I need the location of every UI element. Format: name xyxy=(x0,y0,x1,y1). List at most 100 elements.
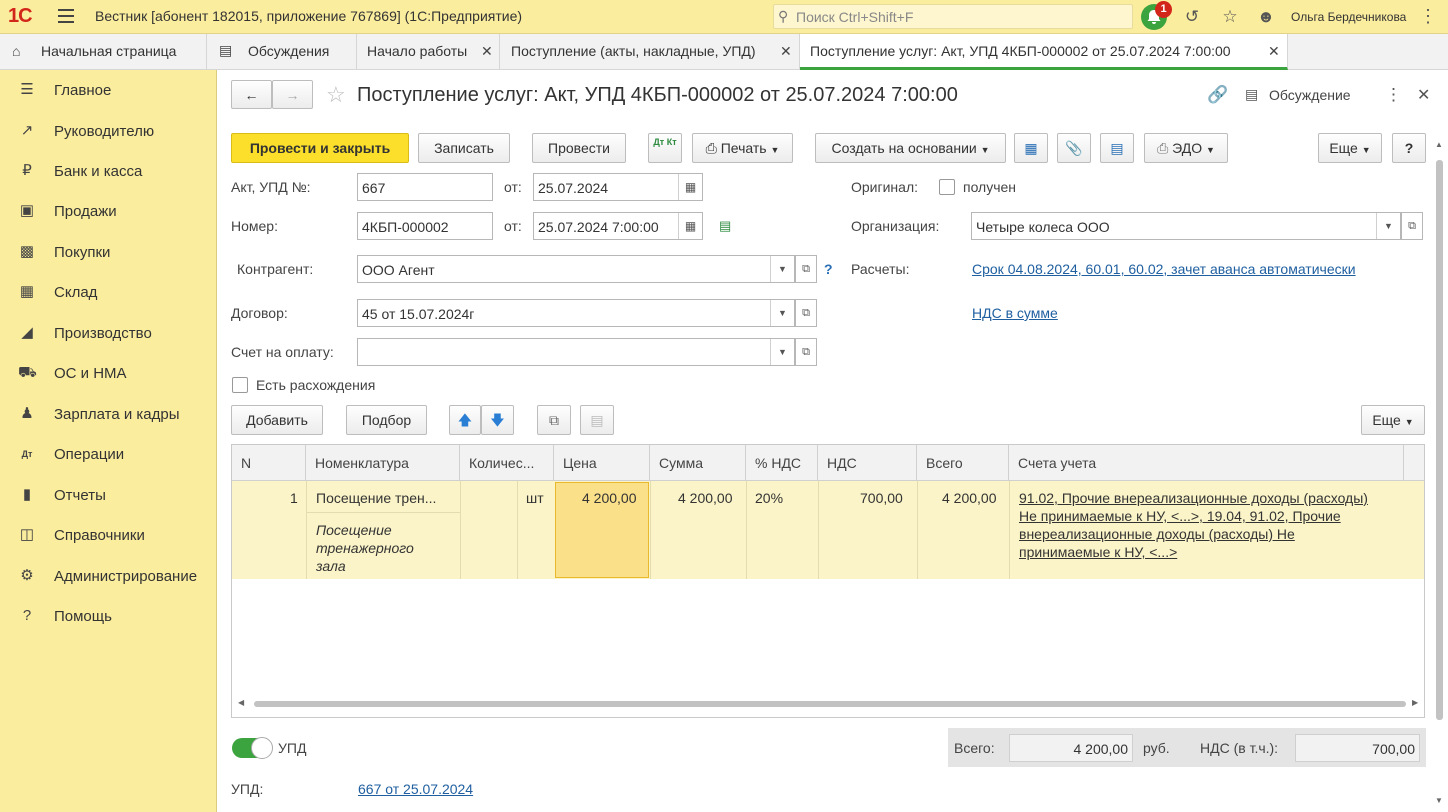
post-button[interactable]: Провести xyxy=(532,133,626,163)
user-icon[interactable]: ☻ xyxy=(1256,7,1276,27)
more-vertical-icon[interactable]: ⋮ xyxy=(1419,6,1437,27)
move-down-icon[interactable]: 🡇 xyxy=(481,405,514,435)
tab-current-document[interactable]: Поступление услуг: Акт, УПД 4КБП-000002 … xyxy=(800,34,1288,70)
tab-discussions[interactable]: ▤ Обсуждения xyxy=(207,34,357,70)
vat-mode-link[interactable]: НДС в сумме xyxy=(972,305,1058,321)
original-received-checkbox[interactable] xyxy=(939,179,955,195)
help-question-icon[interactable]: ? xyxy=(824,261,833,277)
scroll-up-icon[interactable]: ▲ xyxy=(1435,140,1443,149)
search-input[interactable]: ⚲ Поиск Ctrl+Shift+F xyxy=(773,4,1133,29)
cell-accounts-link[interactable]: внереализационные доходы (расходы) Не xyxy=(1019,526,1295,542)
post-and-close-button[interactable]: Провести и закрыть xyxy=(231,133,409,163)
chevron-down-icon[interactable]: ▼ xyxy=(770,256,794,282)
col-sum[interactable]: Сумма xyxy=(650,445,746,481)
cell-unit[interactable]: шт xyxy=(526,490,544,506)
col-total[interactable]: Всего xyxy=(917,445,1009,481)
open-icon[interactable]: ⧉ xyxy=(795,338,817,366)
chevron-down-icon[interactable]: ▼ xyxy=(770,300,794,326)
paste-icon[interactable]: ▤ xyxy=(580,405,614,435)
sidebar-item-help[interactable]: ? Помощь xyxy=(0,596,216,636)
forward-button[interactable]: → xyxy=(272,80,313,109)
comment-icon[interactable]: ▤ xyxy=(719,218,731,234)
cell-accounts-link[interactable]: 91.02, Прочие внереализационные доходы (… xyxy=(1019,490,1368,506)
main-menu-icon[interactable] xyxy=(58,9,74,23)
discussion-button[interactable]: Обсуждение xyxy=(1269,87,1351,103)
sidebar-item-assets[interactable]: ⛟ ОС и НМА xyxy=(0,353,216,393)
sidebar-item-warehouse[interactable]: ▦ Склад xyxy=(0,272,216,312)
contractor-field[interactable]: ООО Агент ▼ xyxy=(357,255,795,283)
copy-row-icon[interactable]: ⧉ xyxy=(537,405,571,435)
horizontal-scrollbar[interactable] xyxy=(254,701,1406,707)
cell-accounts-link[interactable]: принимаемые к НУ, <...> xyxy=(1019,544,1177,560)
sidebar-item-bank[interactable]: ₽ Банк и касса xyxy=(0,151,216,191)
number-date-field[interactable]: 25.07.2024 7:00:00 ▦ xyxy=(533,212,703,240)
col-accounts[interactable]: Счета учета xyxy=(1009,445,1404,481)
sidebar-item-catalogs[interactable]: ◫ Справочники xyxy=(0,515,216,555)
edo-button[interactable]: ⎙ ЭДО ▼ xyxy=(1144,133,1228,163)
tab-receipts-list[interactable]: Поступление (акты, накладные, УПД) ✕ xyxy=(500,34,800,70)
cell-sum[interactable]: 4 200,00 xyxy=(678,490,733,506)
cell-vat-rate[interactable]: 20% xyxy=(755,490,783,506)
sidebar-item-director[interactable]: ↗ Руководителю xyxy=(0,111,216,151)
sidebar-item-reports[interactable]: ▮ Отчеты xyxy=(0,475,216,515)
vertical-scrollbar[interactable] xyxy=(1436,160,1443,720)
print-button[interactable]: ⎙ Печать ▼ xyxy=(692,133,793,163)
back-button[interactable]: ← xyxy=(231,80,272,109)
structure-icon[interactable]: ▦ xyxy=(1014,133,1048,163)
create-based-on-button[interactable]: Создать на основании ▼ xyxy=(815,133,1006,163)
col-vat[interactable]: НДС xyxy=(818,445,917,481)
chevron-down-icon[interactable]: ▼ xyxy=(1376,213,1400,239)
dt-kt-icon[interactable]: Дт Кт xyxy=(648,133,682,163)
history-icon[interactable]: ↺ xyxy=(1182,7,1202,27)
close-icon[interactable]: ✕ xyxy=(780,43,792,60)
sidebar-item-production[interactable]: ◢ Производство xyxy=(0,313,216,353)
add-row-button[interactable]: Добавить xyxy=(231,405,323,435)
cell-nomenclature[interactable]: Посещение трен... xyxy=(316,490,436,506)
organization-field[interactable]: Четыре колеса ООО ▼ xyxy=(971,212,1401,240)
sidebar-item-purchases[interactable]: ▩ Покупки xyxy=(0,232,216,272)
sidebar-item-sales[interactable]: ▣ Продажи xyxy=(0,191,216,231)
settlements-link[interactable]: Срок 04.08.2024, 60.01, 60.02, зачет ава… xyxy=(972,261,1356,277)
act-date-field[interactable]: 25.07.2024 ▦ xyxy=(533,173,703,201)
more-vertical-icon[interactable]: ⋮ xyxy=(1385,85,1402,105)
discrepancy-checkbox[interactable] xyxy=(232,377,248,393)
close-icon[interactable]: ✕ xyxy=(1417,85,1430,105)
scroll-down-icon[interactable]: ▼ xyxy=(1435,796,1443,805)
attachment-icon[interactable]: 📎 xyxy=(1057,133,1091,163)
app-logo[interactable]: 1С xyxy=(8,5,33,28)
number-field[interactable]: 4КБП-000002 xyxy=(357,212,493,240)
tab-home[interactable]: ⌂ Начальная страница xyxy=(0,34,207,70)
upd-toggle[interactable] xyxy=(232,737,273,759)
report-icon[interactable]: ▤ xyxy=(1100,133,1134,163)
act-number-field[interactable]: 667 xyxy=(357,173,493,201)
save-button[interactable]: Записать xyxy=(418,133,510,163)
scroll-right-icon[interactable]: ▶ xyxy=(1412,698,1418,707)
col-nomenclature[interactable]: Номенклатура xyxy=(306,445,460,481)
close-icon[interactable]: ✕ xyxy=(1268,43,1280,60)
table-row[interactable]: 1 Посещение трен... Посещение тренажерно… xyxy=(232,481,1424,579)
help-button[interactable]: ? xyxy=(1392,133,1426,163)
chevron-down-icon[interactable]: ▼ xyxy=(770,339,794,365)
upd-link[interactable]: 667 от 25.07.2024 xyxy=(358,781,473,797)
contract-field[interactable]: 45 от 15.07.2024г ▼ xyxy=(357,299,795,327)
sidebar-item-main[interactable]: ☰ Главное xyxy=(0,70,216,110)
open-icon[interactable]: ⧉ xyxy=(795,299,817,327)
col-quantity[interactable]: Количес... xyxy=(460,445,554,481)
calendar-icon[interactable]: ▦ xyxy=(678,174,702,200)
cell-total[interactable]: 4 200,00 xyxy=(942,490,997,506)
calendar-icon[interactable]: ▦ xyxy=(678,213,702,239)
favorite-star-icon[interactable]: ☆ xyxy=(326,82,346,108)
move-up-icon[interactable]: 🡅 xyxy=(449,405,481,435)
close-icon[interactable]: ✕ xyxy=(481,43,493,60)
table-more-button[interactable]: Еще ▼ xyxy=(1361,405,1425,435)
link-icon[interactable]: 🔗 xyxy=(1207,85,1228,105)
pick-button[interactable]: Подбор xyxy=(346,405,427,435)
open-icon[interactable]: ⧉ xyxy=(1401,212,1423,240)
open-icon[interactable]: ⧉ xyxy=(795,255,817,283)
col-vat-rate[interactable]: % НДС xyxy=(746,445,818,481)
more-button[interactable]: Еще ▼ xyxy=(1318,133,1382,163)
sidebar-item-admin[interactable]: ⚙ Администрирование xyxy=(0,556,216,596)
sidebar-item-operations[interactable]: Дт Операции xyxy=(0,434,216,474)
cell-vat[interactable]: 700,00 xyxy=(860,490,903,506)
scroll-left-icon[interactable]: ◀ xyxy=(238,698,244,707)
